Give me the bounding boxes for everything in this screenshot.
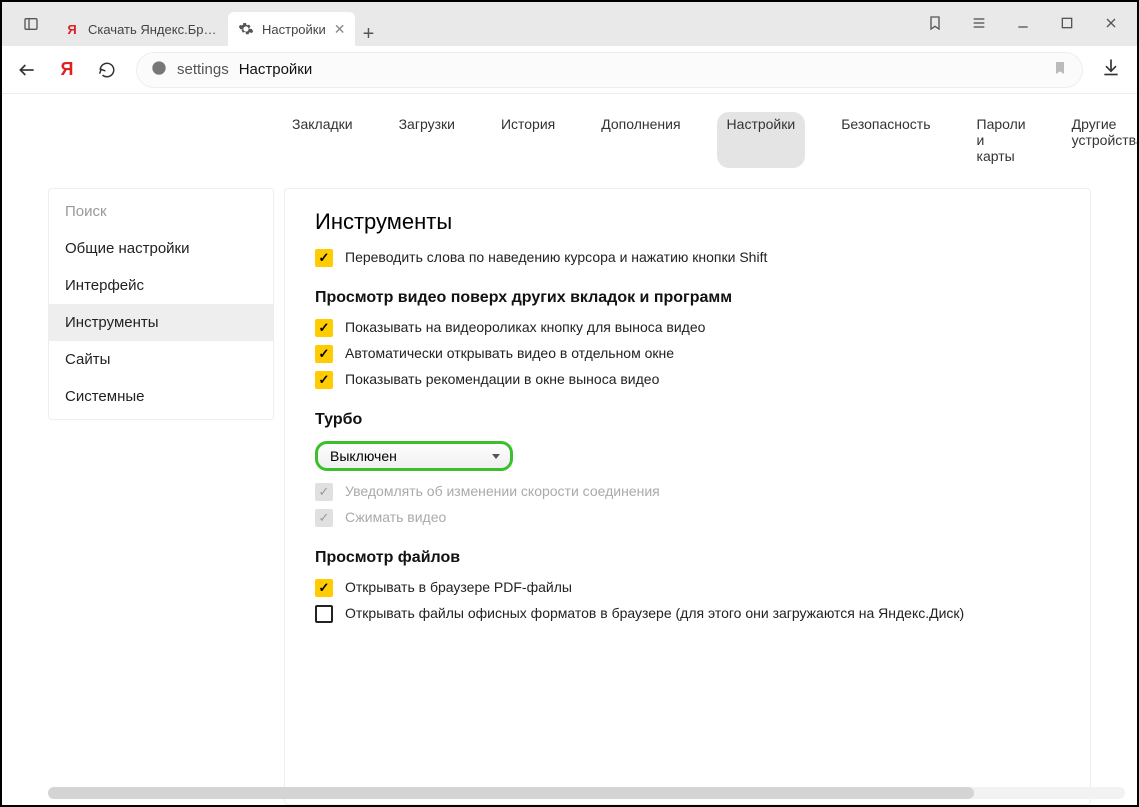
checkbox-icon — [315, 483, 333, 501]
back-button[interactable] — [16, 59, 38, 81]
maximize-button[interactable] — [1057, 15, 1077, 34]
downloads-icon[interactable] — [1101, 57, 1123, 82]
yandex-home-icon[interactable]: Я — [56, 59, 78, 81]
settings-top-nav: Закладки Загрузки История Дополнения Нас… — [2, 94, 1137, 176]
checkbox-label: Показывать рекомендации в окне выноса ви… — [345, 371, 659, 387]
checkbox-turbo-notify: Уведомлять об изменении скорости соедине… — [315, 483, 1060, 501]
nav-addons[interactable]: Дополнения — [591, 112, 690, 168]
checkbox-label: Открывать в браузере PDF-файлы — [345, 579, 572, 595]
horizontal-scrollbar[interactable] — [48, 787, 1125, 799]
turbo-select[interactable]: Выключен — [315, 441, 513, 471]
checkbox-icon[interactable] — [315, 579, 333, 597]
checkbox-video-button[interactable]: Показывать на видеороликах кнопку для вы… — [315, 319, 1060, 337]
checkbox-label: Уведомлять об изменении скорости соедине… — [345, 483, 660, 499]
yandex-favicon: Я — [64, 21, 80, 37]
url-host: settings — [177, 61, 229, 78]
url-title: Настройки — [239, 61, 313, 78]
checkbox-pdf[interactable]: Открывать в браузере PDF-файлы — [315, 579, 1060, 597]
checkbox-video-auto[interactable]: Автоматически открывать видео в отдельно… — [315, 345, 1060, 363]
sidebar-item-interface[interactable]: Интерфейс — [49, 267, 273, 304]
tab-strip: Я Скачать Яндекс.Браузер д Настройки ✕ + — [54, 2, 381, 46]
panel-toggle-icon[interactable] — [20, 15, 42, 33]
section-file-preview: Просмотр файлов — [315, 549, 1060, 567]
nav-passwords[interactable]: Пароли и карты — [967, 112, 1036, 168]
checkbox-translate-shift[interactable]: Переводить слова по наведению курсора и … — [315, 249, 1060, 267]
gear-icon — [238, 21, 254, 37]
browser-window: Я Скачать Яндекс.Браузер д Настройки ✕ + — [0, 0, 1139, 807]
window-controls — [925, 15, 1121, 34]
section-turbo: Турбо — [315, 411, 1060, 429]
titlebar: Я Скачать Яндекс.Браузер д Настройки ✕ + — [2, 2, 1137, 46]
settings-sidebar: Поиск Общие настройки Интерфейс Инструме… — [48, 188, 274, 420]
sidebar-item-sites[interactable]: Сайты — [49, 341, 273, 378]
menu-icon[interactable] — [969, 15, 989, 34]
tab-yandex-download[interactable]: Я Скачать Яндекс.Браузер д — [54, 12, 228, 46]
sidebar-item-general[interactable]: Общие настройки — [49, 230, 273, 267]
address-bar: Я settings Настройки — [2, 46, 1137, 94]
site-lock-icon — [151, 60, 167, 80]
bookmark-icon[interactable] — [1052, 60, 1068, 80]
nav-downloads[interactable]: Загрузки — [389, 112, 465, 168]
tab-label: Скачать Яндекс.Браузер д — [88, 22, 218, 37]
nav-settings[interactable]: Настройки — [717, 112, 806, 168]
nav-history[interactable]: История — [491, 112, 565, 168]
sidebar-item-system[interactable]: Системные — [49, 378, 273, 415]
close-window-button[interactable] — [1101, 15, 1121, 34]
scrollbar-thumb[interactable] — [48, 787, 974, 799]
turbo-select-value: Выключен — [330, 448, 397, 464]
close-tab-icon[interactable]: ✕ — [334, 21, 346, 38]
checkbox-icon[interactable] — [315, 249, 333, 267]
checkbox-label: Переводить слова по наведению курсора и … — [345, 249, 767, 265]
page-title: Инструменты — [315, 209, 1060, 235]
checkbox-icon[interactable] — [315, 605, 333, 623]
checkbox-office[interactable]: Открывать файлы офисных форматов в брауз… — [315, 605, 1060, 623]
new-tab-button[interactable]: + — [355, 23, 381, 46]
checkbox-icon[interactable] — [315, 371, 333, 389]
checkbox-label: Открывать файлы офисных форматов в брауз… — [345, 605, 964, 621]
nav-bookmarks[interactable]: Закладки — [282, 112, 363, 168]
checkbox-video-recs[interactable]: Показывать рекомендации в окне выноса ви… — [315, 371, 1060, 389]
sidebar-search[interactable]: Поиск — [49, 193, 273, 230]
sidebar-item-tools[interactable]: Инструменты — [49, 304, 273, 341]
checkbox-label: Показывать на видеороликах кнопку для вы… — [345, 319, 705, 335]
nav-security[interactable]: Безопасность — [831, 112, 940, 168]
nav-other-devices[interactable]: Другие устройства — [1062, 112, 1139, 168]
checkbox-turbo-compress: Сжимать видео — [315, 509, 1060, 527]
url-field[interactable]: settings Настройки — [136, 52, 1083, 88]
checkbox-icon[interactable] — [315, 319, 333, 337]
reload-button[interactable] — [96, 59, 118, 81]
settings-content: Инструменты Переводить слова по наведени… — [284, 188, 1091, 805]
section-video-overlay: Просмотр видео поверх других вкладок и п… — [315, 289, 1060, 307]
minimize-button[interactable] — [1013, 15, 1033, 34]
checkbox-icon[interactable] — [315, 345, 333, 363]
settings-body: Поиск Общие настройки Интерфейс Инструме… — [2, 176, 1137, 805]
bookmark-flag-icon[interactable] — [925, 15, 945, 34]
checkbox-icon — [315, 509, 333, 527]
checkbox-label: Автоматически открывать видео в отдельно… — [345, 345, 674, 361]
tab-label: Настройки — [262, 22, 326, 37]
checkbox-label: Сжимать видео — [345, 509, 446, 525]
tab-settings[interactable]: Настройки ✕ — [228, 12, 355, 46]
